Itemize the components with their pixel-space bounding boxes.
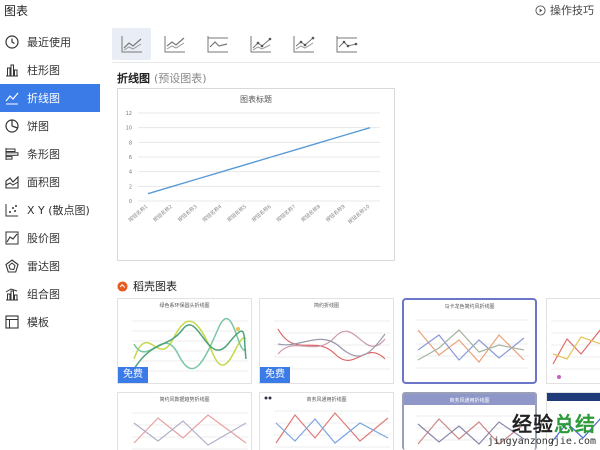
watermark-url: jingyanzongjie.com [487,436,596,447]
sidebar-item-label: 饼图 [27,120,49,133]
sidebar-item-horizontal-bar[interactable]: 条形图 [0,140,100,168]
template-card[interactable]: 简约折线图 免费 [259,298,394,384]
preview-chart-svg: 图表标题 0 2 4 6 8 10 12 按钮名称1 按钮名称2 按钮名称3 按钮名称4 按钮名称5… [126,94,380,225]
sidebar-item-label: 面积图 [27,176,60,189]
y-tick-label: 4 [129,170,132,176]
template-card[interactable]: 简约风数据趋势折线图 [117,392,252,450]
x-tick-label: 按钮名称7 [275,203,297,223]
sidebar-item-recent[interactable]: 最近使用 [0,28,100,56]
dialog-header: 图表 操作技巧 [0,0,600,20]
template-thumbnail [416,319,529,369]
tab-percent-stacked-line[interactable] [198,28,237,60]
tab-percent-line-markers[interactable] [327,28,366,60]
radar-chart-icon [4,258,20,274]
sidebar-item-label: X Y (散点图) [27,204,90,217]
combo-chart-icon [4,286,20,302]
y-tick-label: 8 [129,140,132,146]
sidebar-item-combo[interactable]: 组合图 [0,280,100,308]
tab-stacked-line-markers[interactable] [284,28,323,60]
x-tick-label: 按钮名称5 [226,203,248,223]
template-card[interactable]: 马卡龙色简约风折线图 [402,298,537,384]
pie-chart-icon [4,118,20,134]
tab-stacked-line[interactable] [155,28,194,60]
docer-logo-icon [117,280,128,292]
template-thumbnail [132,412,248,450]
x-tick-label: 按钮名称4 [201,203,223,223]
line-subtype-tabs [112,28,366,64]
line-chart-icon [4,90,20,106]
y-tick-label: 12 [126,111,132,117]
sidebar-item-bar[interactable]: 柱形图 [0,56,100,84]
area-chart-icon [4,174,20,190]
bar-chart-icon [4,62,20,78]
tab-divider [112,62,600,63]
line-icon [121,36,142,53]
template-title: 商务风通用折线图 [449,398,490,404]
sidebar-item-line[interactable]: 折线图 [0,84,100,112]
docer-templates-header: 稻壳图表 [117,278,177,294]
x-tick-label: 按钮名称8 [300,203,322,223]
sidebar-item-stock[interactable]: 股价图 [0,224,100,252]
stock-chart-icon [4,230,20,246]
templates-header-label: 稻壳图表 [133,280,177,293]
template-card[interactable]: 商务风通用折线图 [259,392,394,450]
template-card[interactable] [546,298,600,384]
sidebar-item-label: 雷达图 [27,260,60,273]
free-badge: 免费 [260,367,290,383]
chart-type-sidebar: 最近使用 柱形图 折线图 饼图 条形图 面积图 X Y (散点图) 股价图 雷达… [0,28,100,336]
sidebar-item-label: 柱形图 [27,64,60,77]
clock-icon [4,34,20,50]
sidebar-item-radar[interactable]: 雷达图 [0,252,100,280]
section-title-text: 折线图 [117,72,150,85]
sidebar-item-label: 组合图 [27,288,60,301]
section-title: 折线图 (预设图表) [117,70,207,86]
sidebar-item-pie[interactable]: 饼图 [0,112,100,140]
chart-preview[interactable]: 图表标题 0 2 4 6 8 10 12 按钮名称1 按钮名称2 按钮名称3 按钮名称4 按钮名称5… [117,88,395,261]
x-tick-label: 按钮名称3 [176,203,198,223]
scatter-icon [4,202,20,218]
x-tick-label: 按钮名称2 [152,203,174,223]
chart-title: 图表标题 [240,94,272,104]
play-circle-icon [535,4,546,16]
x-tick-label: 按钮名称6 [250,203,272,223]
template-card[interactable]: 绿色系环保圆头折线图 免费 [117,298,252,384]
watermark-main-right: 总结 [554,412,596,436]
sidebar-item-template[interactable]: 模板 [0,308,100,336]
sidebar-item-area[interactable]: 面积图 [0,168,100,196]
help-link[interactable]: 操作技巧 [535,2,594,18]
y-tick-label: 10 [126,126,132,132]
template-thumbnail [264,396,390,448]
x-tick-label: 按钮名称10 [347,203,372,225]
sidebar-item-label: 最近使用 [27,36,71,49]
series-line [147,127,371,195]
watermark-main-left: 经验 [512,412,554,436]
x-tick-label: 按钮名称1 [127,203,149,223]
site-watermark: 经验总结 jingyanzongjie.com [488,412,596,448]
stacked-markers-icon [293,36,314,53]
percent-markers-icon [336,36,357,53]
sidebar-item-label: 股价图 [27,232,60,245]
section-note: (预设图表) [154,72,207,85]
sidebar-item-label: 模板 [27,316,49,329]
sidebar-item-label: 折线图 [27,92,60,105]
template-icon [4,314,20,330]
y-tick-label: 6 [129,155,132,161]
sidebar-item-label: 条形图 [27,148,60,161]
free-badge: 免费 [118,367,148,383]
tab-line-markers[interactable] [241,28,280,60]
y-tick-label: 2 [129,184,132,190]
line-markers-icon [250,36,271,53]
percent-line-icon [207,36,228,53]
horizontal-bar-icon [4,146,20,162]
template-thumbnail [551,320,600,379]
stacked-line-icon [164,36,185,53]
tab-line[interactable] [112,28,151,60]
sidebar-item-scatter[interactable]: X Y (散点图) [0,196,100,224]
dialog-title: 图表 [4,4,29,18]
help-label: 操作技巧 [550,4,594,17]
watermark-main: 经验总结 [488,412,596,436]
y-tick-label: 0 [129,199,132,205]
x-tick-label: 按钮名称9 [324,203,346,223]
